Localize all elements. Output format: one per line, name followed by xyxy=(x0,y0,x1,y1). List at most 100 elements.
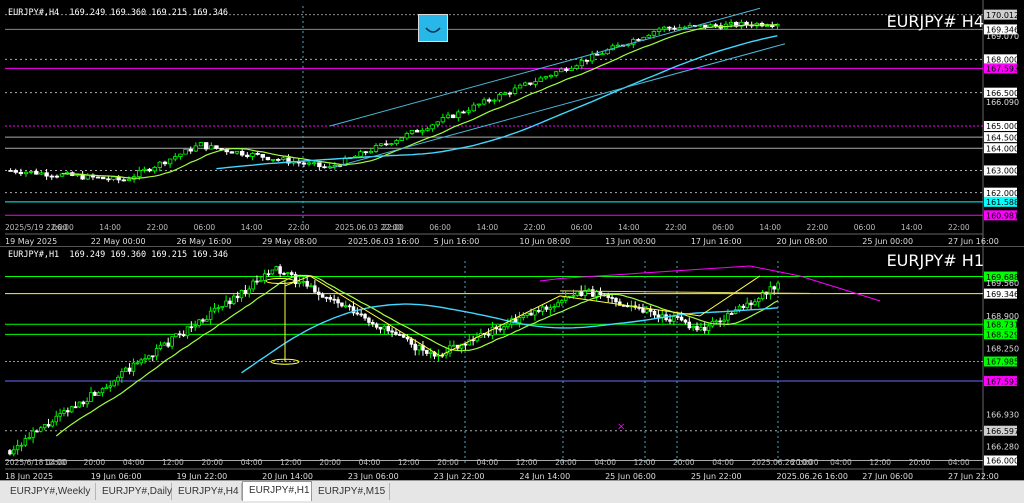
candle-body xyxy=(579,290,583,296)
price-label: 167.985 xyxy=(986,358,1019,367)
candle-body xyxy=(123,367,128,372)
candle-body xyxy=(409,130,415,134)
tab-h4[interactable]: EURJPY#,H4 xyxy=(172,483,242,500)
candle-body xyxy=(595,53,600,56)
candle-body xyxy=(405,336,410,340)
candle-body xyxy=(162,161,168,165)
candle-body xyxy=(19,444,24,447)
candle-body xyxy=(239,290,244,299)
h4-chart-pane[interactable]: 170.012 169.346 169.070 168.000 167.593 166.5… xyxy=(0,0,1024,246)
candle-body xyxy=(185,326,190,337)
candle-body xyxy=(726,313,730,321)
candle-body xyxy=(486,333,491,336)
tab-m15[interactable]: EURJPY#,M15 xyxy=(312,483,390,500)
candle-body xyxy=(476,103,482,106)
candle-body xyxy=(548,307,553,310)
candle-body xyxy=(266,273,271,276)
candle-body xyxy=(212,307,217,312)
candle-body xyxy=(150,355,155,358)
time-grid-label: 20:00 xyxy=(555,458,577,467)
price-label: 166.930 xyxy=(986,410,1019,419)
time-grid-label: 22:00 xyxy=(948,223,970,232)
candle-body xyxy=(203,142,209,150)
candle-body xyxy=(178,333,182,336)
time-axis-label: 19 May 2025 xyxy=(5,237,57,246)
tab-daily[interactable]: EURJPY#,Daily xyxy=(96,483,172,500)
candle-body xyxy=(641,307,645,313)
candle-body xyxy=(23,171,29,175)
candle-body xyxy=(23,438,28,446)
time-grid-label: 12:00 xyxy=(869,458,891,467)
price-label: 165.000 xyxy=(986,122,1019,131)
candle-body xyxy=(12,449,16,455)
candle-body xyxy=(54,175,60,178)
candle-body xyxy=(728,22,734,25)
candle-body xyxy=(374,323,379,328)
candle-body xyxy=(452,344,456,347)
candle-body xyxy=(289,272,294,275)
candle-body xyxy=(324,296,329,299)
time-grid-label: 20:00 xyxy=(319,458,341,467)
candle-body xyxy=(679,316,684,321)
candle-body xyxy=(656,314,661,318)
candle-body xyxy=(301,280,306,283)
candle-body xyxy=(73,406,78,409)
candle-body xyxy=(753,301,757,306)
candle-body xyxy=(95,176,101,179)
time-grid-label: 20:00 xyxy=(84,458,106,467)
candle-body xyxy=(143,358,147,361)
candle-body xyxy=(224,300,228,307)
smiley-expert-icon[interactable] xyxy=(418,14,448,42)
time-grid-label: 04:00 xyxy=(948,458,970,467)
time-grid-label: 20:00 xyxy=(909,458,931,467)
tab-h1[interactable]: EURJPY#,H1 xyxy=(242,481,312,501)
price-label: 169.560 xyxy=(986,279,1019,288)
time-grid-label: 22:00 xyxy=(524,223,546,232)
candle-body xyxy=(39,427,43,432)
price-label: 164.500 xyxy=(986,133,1019,142)
time-grid-label: 14:00 xyxy=(477,223,499,232)
upper-channel-line xyxy=(329,7,761,127)
h1-chart-title: EURJPY# H1 xyxy=(886,251,984,270)
candle-body xyxy=(553,71,559,76)
candle-body xyxy=(744,21,749,26)
candle-body xyxy=(34,170,39,175)
candle-body xyxy=(81,401,86,405)
h4-price-plot[interactable]: 170.012169.346169.070168.000167.593166.5… xyxy=(0,0,1024,246)
time-grid-label: 20:00 xyxy=(673,458,695,467)
candle-body xyxy=(401,334,406,338)
candle-body xyxy=(661,26,667,30)
candle-body xyxy=(594,291,599,297)
h1-price-plot[interactable]: 169.688169.560169.346168.900168.731168.5… xyxy=(0,247,1024,481)
candle-body xyxy=(139,359,143,364)
tab-weekly[interactable]: EURJPY#,Weekly xyxy=(4,483,96,500)
magenta-indicator-line xyxy=(539,265,881,302)
candle-body xyxy=(312,162,317,165)
candle-body xyxy=(343,305,348,308)
candle-body xyxy=(606,294,610,298)
candle-body xyxy=(201,319,205,322)
price-label: 170.012 xyxy=(986,11,1019,20)
candle-body xyxy=(675,316,680,318)
candle-body xyxy=(677,27,682,30)
fast-moving-average-line xyxy=(55,274,779,437)
candle-body xyxy=(575,290,580,296)
candle-body xyxy=(672,27,677,30)
candle-body xyxy=(260,154,265,158)
candle-body xyxy=(425,349,429,354)
candle-body xyxy=(636,39,641,41)
candle-body xyxy=(656,28,662,32)
candle-body xyxy=(398,334,402,336)
time-axis-label: 17 Jun 16:00 xyxy=(691,237,742,246)
price-label: 166.000 xyxy=(986,457,1019,466)
h1-chart-pane[interactable]: 169.688 169.560 169.346 168.900 168.731 168.5… xyxy=(0,246,1024,481)
candle-body xyxy=(506,323,510,328)
time-axis-label: 22 May 00:00 xyxy=(91,237,146,246)
candle-body xyxy=(389,143,394,146)
candle-body xyxy=(556,302,560,307)
slow-moving-average-line xyxy=(216,35,778,170)
candle-body xyxy=(615,44,621,47)
candle-body xyxy=(154,348,159,357)
candle-body xyxy=(745,302,749,308)
candle-body xyxy=(363,313,367,319)
